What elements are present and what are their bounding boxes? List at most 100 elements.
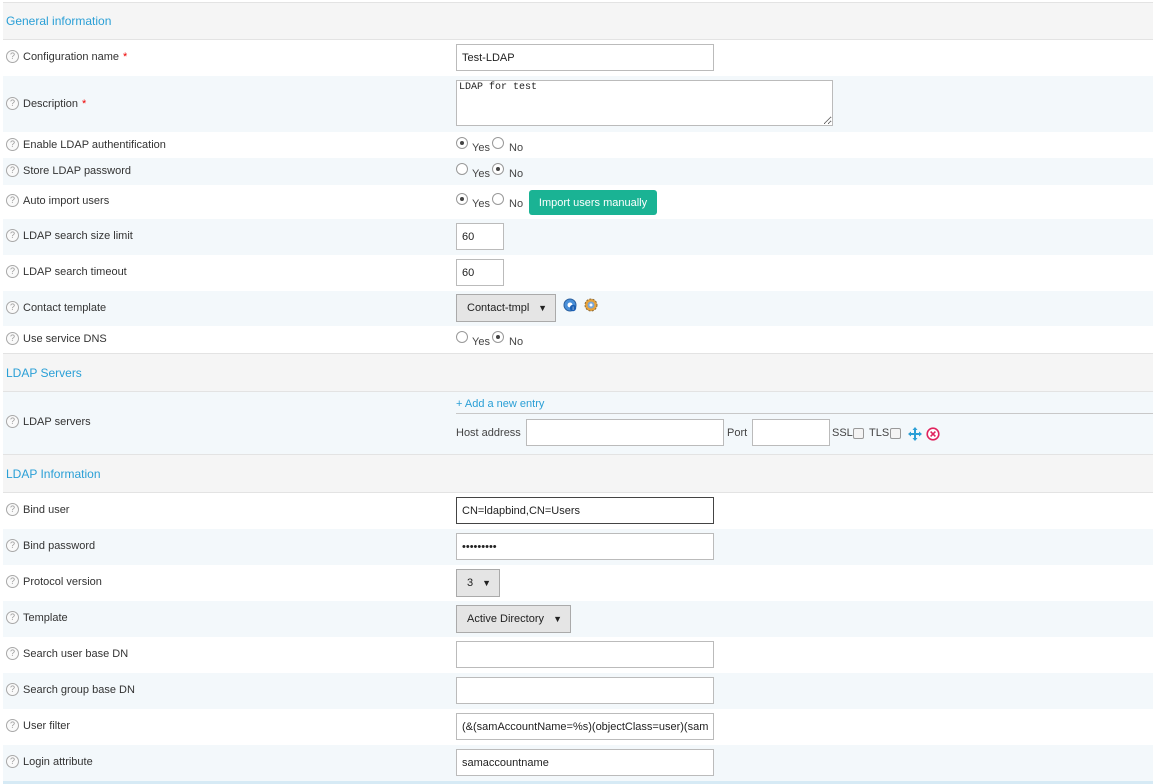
help-icon[interactable]: ? xyxy=(6,415,19,428)
section-ldap-servers: LDAP Servers xyxy=(3,353,1153,392)
search-group-base-dn-input[interactable] xyxy=(456,677,714,704)
required-marker: * xyxy=(123,50,128,63)
tls-label: TLS xyxy=(869,427,890,439)
radio-yes-label: Yes xyxy=(472,168,490,180)
help-icon[interactable]: ? xyxy=(6,647,19,660)
user-filter-input[interactable] xyxy=(456,713,714,740)
help-icon[interactable]: ? xyxy=(6,229,19,242)
auto-import-yes-radio[interactable] xyxy=(456,193,468,205)
help-icon[interactable]: ? xyxy=(6,575,19,588)
row-template xyxy=(3,601,1153,637)
help-icon[interactable]: ? xyxy=(6,755,19,768)
radio-yes-label: Yes xyxy=(472,142,490,154)
chevron-down-icon: ▼ xyxy=(553,614,562,624)
row-enable-ldap-auth xyxy=(3,132,1153,158)
search-user-base-dn-label: ? Search user base DN xyxy=(6,647,128,660)
enable-auth-yes-radio[interactable] xyxy=(456,137,468,149)
row-search-timeout xyxy=(3,255,1153,291)
svg-text:i: i xyxy=(572,306,573,312)
row-protocol-version xyxy=(3,565,1153,601)
section-title: General information xyxy=(6,14,112,28)
bind-user-input[interactable] xyxy=(456,497,714,524)
auto-import-label: ? Auto import users xyxy=(6,194,109,207)
chevron-down-icon: ▼ xyxy=(482,578,491,588)
host-address-input[interactable] xyxy=(526,419,724,446)
row-store-ldap-password xyxy=(3,158,1153,185)
help-icon[interactable]: ? xyxy=(6,164,19,177)
protocol-version-select[interactable]: 3 ▼ xyxy=(456,569,500,597)
timeout-input[interactable] xyxy=(456,259,504,286)
template-select[interactable]: Active Directory ▼ xyxy=(456,605,571,633)
user-filter-label: ? User filter xyxy=(6,719,70,732)
section-title: LDAP Servers xyxy=(6,366,82,380)
tls-checkbox[interactable] xyxy=(890,428,901,439)
help-icon[interactable]: ? xyxy=(6,138,19,151)
contact-template-label: ? Contact template xyxy=(6,301,106,314)
host-address-label: Host address xyxy=(456,427,521,439)
login-attribute-input[interactable] xyxy=(456,749,714,776)
login-attribute-label: ? Login attribute xyxy=(6,755,93,768)
servers-divider xyxy=(456,413,1153,414)
section-title: LDAP Information xyxy=(6,467,101,481)
ldap-servers-label: ? LDAP servers xyxy=(6,415,91,428)
required-marker: * xyxy=(82,97,87,110)
description-label: ? Description * xyxy=(6,97,86,110)
help-icon[interactable]: ? xyxy=(6,265,19,278)
service-dns-yes-radio[interactable] xyxy=(456,331,468,343)
info-gear-icon[interactable]: i xyxy=(562,297,578,313)
help-icon[interactable]: ? xyxy=(6,503,19,516)
search-user-base-dn-input[interactable] xyxy=(456,641,714,668)
configuration-name-input[interactable] xyxy=(456,44,714,71)
radio-yes-label: Yes xyxy=(472,198,490,210)
import-users-manually-button[interactable]: Import users manually xyxy=(529,190,657,215)
help-icon[interactable]: ? xyxy=(6,50,19,63)
help-icon[interactable]: ? xyxy=(6,194,19,207)
row-search-size-limit xyxy=(3,219,1153,255)
size-limit-input[interactable] xyxy=(456,223,504,250)
port-label: Port xyxy=(727,427,748,439)
section-ldap-information: LDAP Information xyxy=(3,454,1153,493)
help-icon[interactable]: ? xyxy=(6,611,19,624)
help-icon[interactable]: ? xyxy=(6,97,19,110)
radio-yes-label: Yes xyxy=(472,336,490,348)
radio-no-label: No xyxy=(509,142,524,154)
add-new-entry-link[interactable]: + Add a new entry xyxy=(456,398,544,410)
chevron-down-icon: ▼ xyxy=(538,303,547,313)
bind-user-label: ? Bind user xyxy=(6,503,69,516)
ssl-label: SSL xyxy=(832,427,853,439)
configuration-name-label: ? Configuration name * xyxy=(6,50,127,63)
enable-auth-no-radio[interactable] xyxy=(492,137,504,149)
ssl-checkbox[interactable] xyxy=(853,428,864,439)
contact-template-select[interactable]: Contact-tmpl ▼ xyxy=(456,294,556,322)
protocol-version-label: ? Protocol version xyxy=(6,575,102,588)
service-dns-label: ? Use service DNS xyxy=(6,332,107,345)
description-textarea[interactable]: LDAP for test xyxy=(456,80,833,126)
row-use-service-dns xyxy=(3,326,1153,353)
help-icon[interactable]: ? xyxy=(6,539,19,552)
template-label: ? Template xyxy=(6,611,68,624)
help-icon[interactable]: ? xyxy=(6,332,19,345)
port-input[interactable] xyxy=(752,419,830,446)
delete-circle-icon[interactable] xyxy=(926,427,940,441)
help-icon[interactable]: ? xyxy=(6,301,19,314)
store-password-label: ? Store LDAP password xyxy=(6,164,131,177)
gear-icon[interactable] xyxy=(583,297,599,313)
bind-password-label: ? Bind password xyxy=(6,539,95,552)
size-limit-label: ? LDAP search size limit xyxy=(6,229,133,242)
radio-no-label: No xyxy=(509,336,524,348)
auto-import-no-radio[interactable] xyxy=(492,193,504,205)
section-general-information: General information xyxy=(3,2,1153,40)
help-icon[interactable]: ? xyxy=(6,683,19,696)
move-arrows-icon[interactable] xyxy=(908,427,922,441)
store-password-yes-radio[interactable] xyxy=(456,163,468,175)
radio-no-label: No xyxy=(509,198,524,210)
row-contact-template xyxy=(3,291,1153,326)
radio-no-label: No xyxy=(509,168,524,180)
timeout-label: ? LDAP search timeout xyxy=(6,265,127,278)
service-dns-no-radio[interactable] xyxy=(492,331,504,343)
enable-auth-label: ? Enable LDAP authentification xyxy=(6,138,166,151)
search-group-base-dn-label: ? Search group base DN xyxy=(6,683,135,696)
store-password-no-radio[interactable] xyxy=(492,163,504,175)
help-icon[interactable]: ? xyxy=(6,719,19,732)
bind-password-input[interactable] xyxy=(456,533,714,560)
